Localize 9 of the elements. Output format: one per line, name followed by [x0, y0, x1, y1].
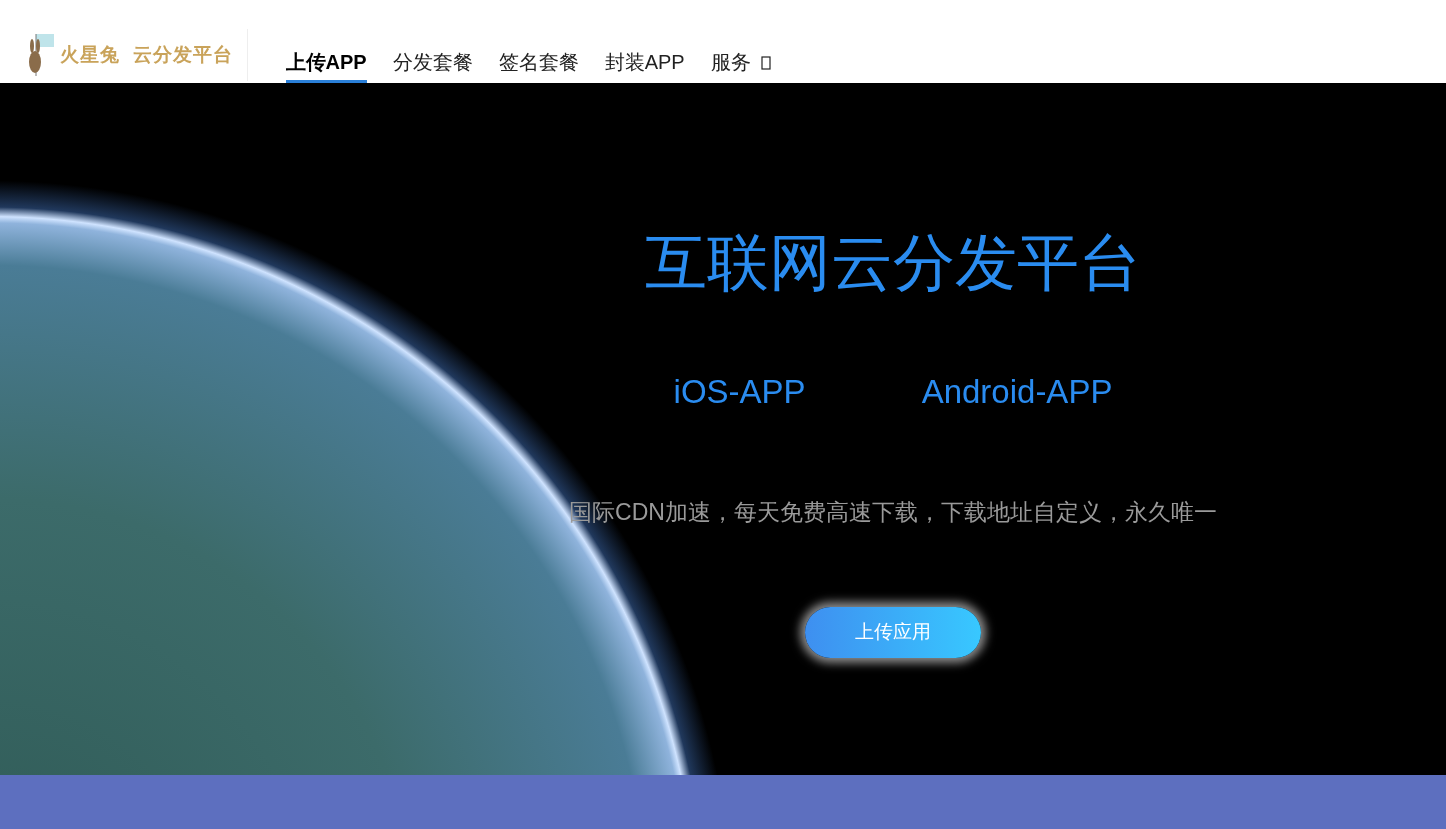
- rabbit-logo-icon: [26, 32, 56, 78]
- hero-title: 互联网云分发平台: [645, 229, 1141, 298]
- platform-label: iOS-APP: [673, 372, 806, 413]
- nav-tab[interactable]: 分发套餐: [392, 50, 473, 83]
- nav-tab[interactable]: 封装APP: [604, 50, 685, 83]
- nav-tab[interactable]: 签名套餐: [498, 50, 579, 83]
- nav-tab[interactable]: 服务: [710, 50, 771, 83]
- hero-description: 国际CDN加速，每天免费高速下载，下载地址自定义，永久唯一: [569, 497, 1217, 527]
- platform-label: Android-APP: [921, 372, 1113, 413]
